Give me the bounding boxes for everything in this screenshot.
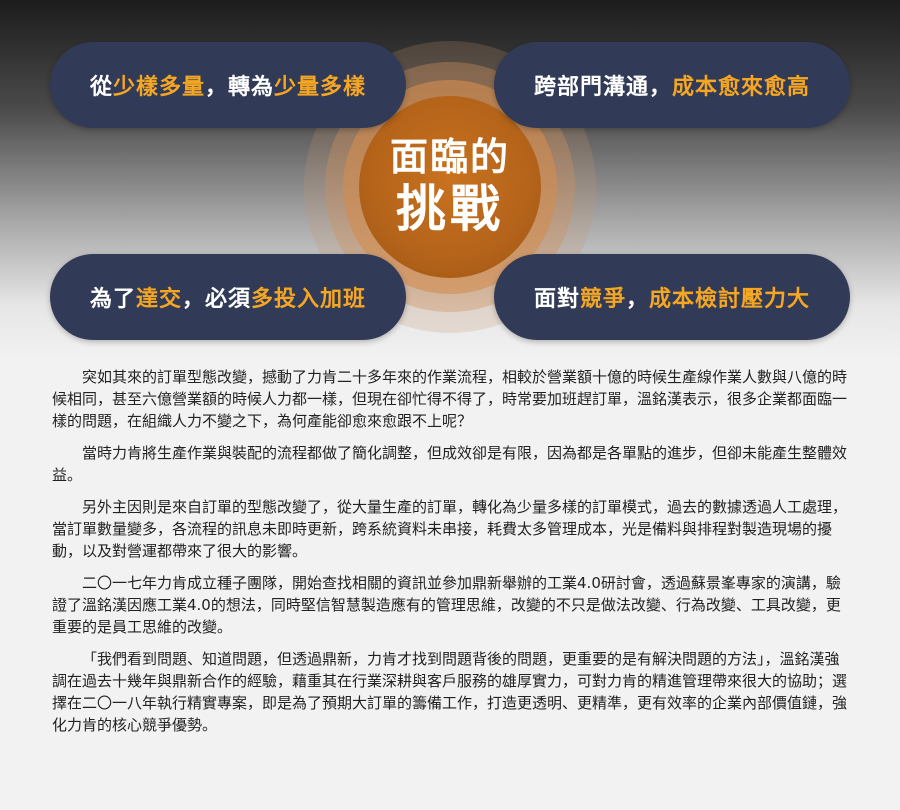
article-paragraph: 突如其來的訂單型態改變，撼動了力肯二十多年來的作業流程，相較於營業額十億的時候生… <box>52 368 848 430</box>
challenge-text: ， <box>626 287 650 312</box>
challenge-text: 跨部門溝通， <box>533 75 672 100</box>
challenge-pill-competition: 面對 競爭，成本檢討壓力大 <box>494 254 850 340</box>
challenges-banner: 面臨的 挑戰 從少樣多量 ，轉為 少量多樣 跨部門溝通， 成本愈來愈高 為了 達交 ，必須… <box>0 0 900 360</box>
challenge-text: ，必須 <box>182 287 252 312</box>
challenge-pill-product-mix: 從少樣多量 ，轉為 少量多樣 <box>50 42 406 128</box>
article-paragraph: 另外主因則是來自訂單的型態改變了，從大量生產的訂單，轉化為少量多樣的訂單模式，過… <box>52 498 848 560</box>
challenge-text: 為了 <box>89 287 136 312</box>
challenge-pill-communication-cost: 跨部門溝通， 成本愈來愈高 <box>494 42 850 128</box>
article-paragraph-quote: 「我們看到問題、知道問題，但透過鼎新，力肯才找到問題背後的問題，更重要的是有解決… <box>52 650 848 734</box>
center-title-line1: 面臨的 <box>389 135 511 179</box>
challenge-highlight: 成本檢討壓力大 <box>649 287 811 312</box>
article-paragraph: 二〇一七年力肯成立種子團隊，開始查找相關的資訊並參加鼎新舉辦的工業4.0研討會，… <box>52 574 841 636</box>
challenge-text: 面對 <box>533 287 580 312</box>
challenge-text: ，轉為 <box>205 75 275 100</box>
challenge-pill-overtime: 為了 達交 ，必須 多投入加班 <box>50 254 406 340</box>
center-title-line2: 挑戰 <box>395 180 504 238</box>
center-title: 面臨的 挑戰 <box>390 135 510 239</box>
challenge-highlight: 達交 <box>135 287 182 312</box>
challenge-highlight: 競爭 <box>579 287 626 312</box>
challenge-text: 從 <box>89 75 113 100</box>
challenge-highlight: 少量多樣 <box>274 75 367 100</box>
article-body: 突如其來的訂單型態改變，撼動了力肯二十多年來的作業流程，相較於營業額十億的時候生… <box>52 366 850 746</box>
challenge-highlight: 少樣多量 <box>112 75 205 100</box>
challenge-highlight: 多投入加班 <box>251 287 367 312</box>
article-paragraph: 當時力肯將生產作業與裝配的流程都做了簡化調整，但成效卻是有限，因為都是各單點的進… <box>52 444 848 484</box>
challenge-highlight: 成本愈來愈高 <box>672 75 811 100</box>
